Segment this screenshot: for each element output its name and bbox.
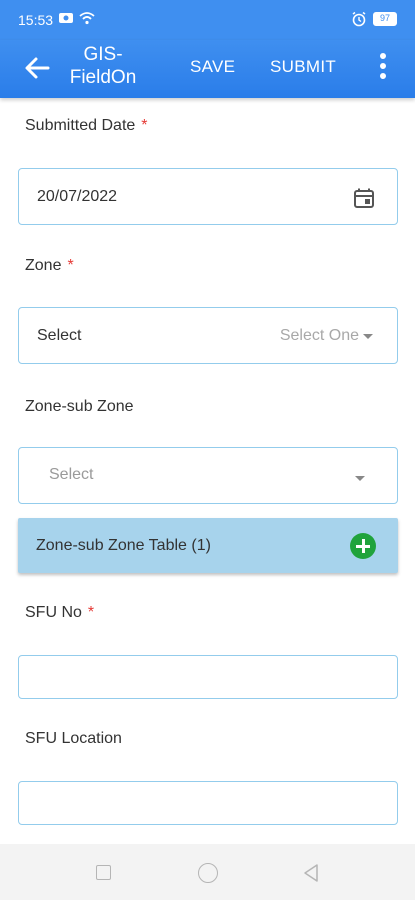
zone-sub-zone-placeholder: Select [49, 466, 94, 483]
back-arrow-icon[interactable] [22, 53, 52, 83]
zone-dropdown[interactable]: Select Select One [18, 307, 398, 364]
zone-sub-zone-label: Zone-sub Zone [25, 398, 134, 415]
system-nav-bar [0, 844, 415, 900]
dropdown-caret-icon [355, 476, 365, 481]
app-bar: GIS-FieldOn SAVE SUBMIT [0, 40, 415, 98]
message-icon [59, 13, 73, 23]
sfu-location-label: SFU Location [25, 730, 122, 747]
recents-button[interactable] [96, 865, 111, 880]
status-right-icons: 97 [351, 11, 397, 27]
zone-sub-zone-table-bar[interactable]: Zone-sub Zone Table (1) [18, 518, 398, 573]
submit-button[interactable]: SUBMIT [270, 57, 336, 77]
wifi-icon [79, 12, 95, 25]
status-time: 15:53 [18, 12, 54, 28]
calendar-icon[interactable] [353, 187, 375, 209]
zone-sub-zone-table-label: Zone-sub Zone Table (1) [36, 537, 211, 554]
save-button[interactable]: SAVE [190, 57, 235, 77]
alarm-icon [352, 11, 366, 27]
zone-sub-zone-dropdown[interactable]: Select [18, 447, 398, 504]
add-circle-icon[interactable] [350, 533, 376, 559]
battery-icon: 97 [373, 12, 397, 26]
submitted-date-value: 20/07/2022 [37, 188, 118, 205]
status-left-icons [58, 11, 95, 25]
submitted-date-field[interactable]: 20/07/2022 [18, 168, 398, 225]
submitted-date-label-text: Submitted Date [25, 117, 136, 134]
zone-hint: Select One [279, 327, 359, 344]
required-marker: * [87, 604, 95, 621]
sfu-no-label: SFU No * [25, 604, 94, 622]
back-nav-icon[interactable] [302, 863, 320, 883]
app-title: GIS-FieldOn [69, 44, 137, 88]
zone-value: Select [37, 327, 82, 344]
required-marker: * [141, 117, 148, 134]
sfu-location-input[interactable] [18, 781, 398, 825]
submitted-date-label: Submitted Date * [25, 117, 148, 135]
home-button[interactable] [198, 863, 218, 883]
sfu-no-label-text: SFU No [25, 604, 82, 621]
dropdown-caret-icon [363, 334, 373, 339]
sfu-no-input[interactable] [18, 655, 398, 699]
zone-label: Zone * [25, 257, 74, 275]
zone-label-text: Zone [25, 257, 62, 274]
more-vert-icon[interactable] [379, 52, 387, 82]
required-marker: * [67, 257, 74, 274]
status-bar: 15:53 97 [0, 0, 415, 40]
